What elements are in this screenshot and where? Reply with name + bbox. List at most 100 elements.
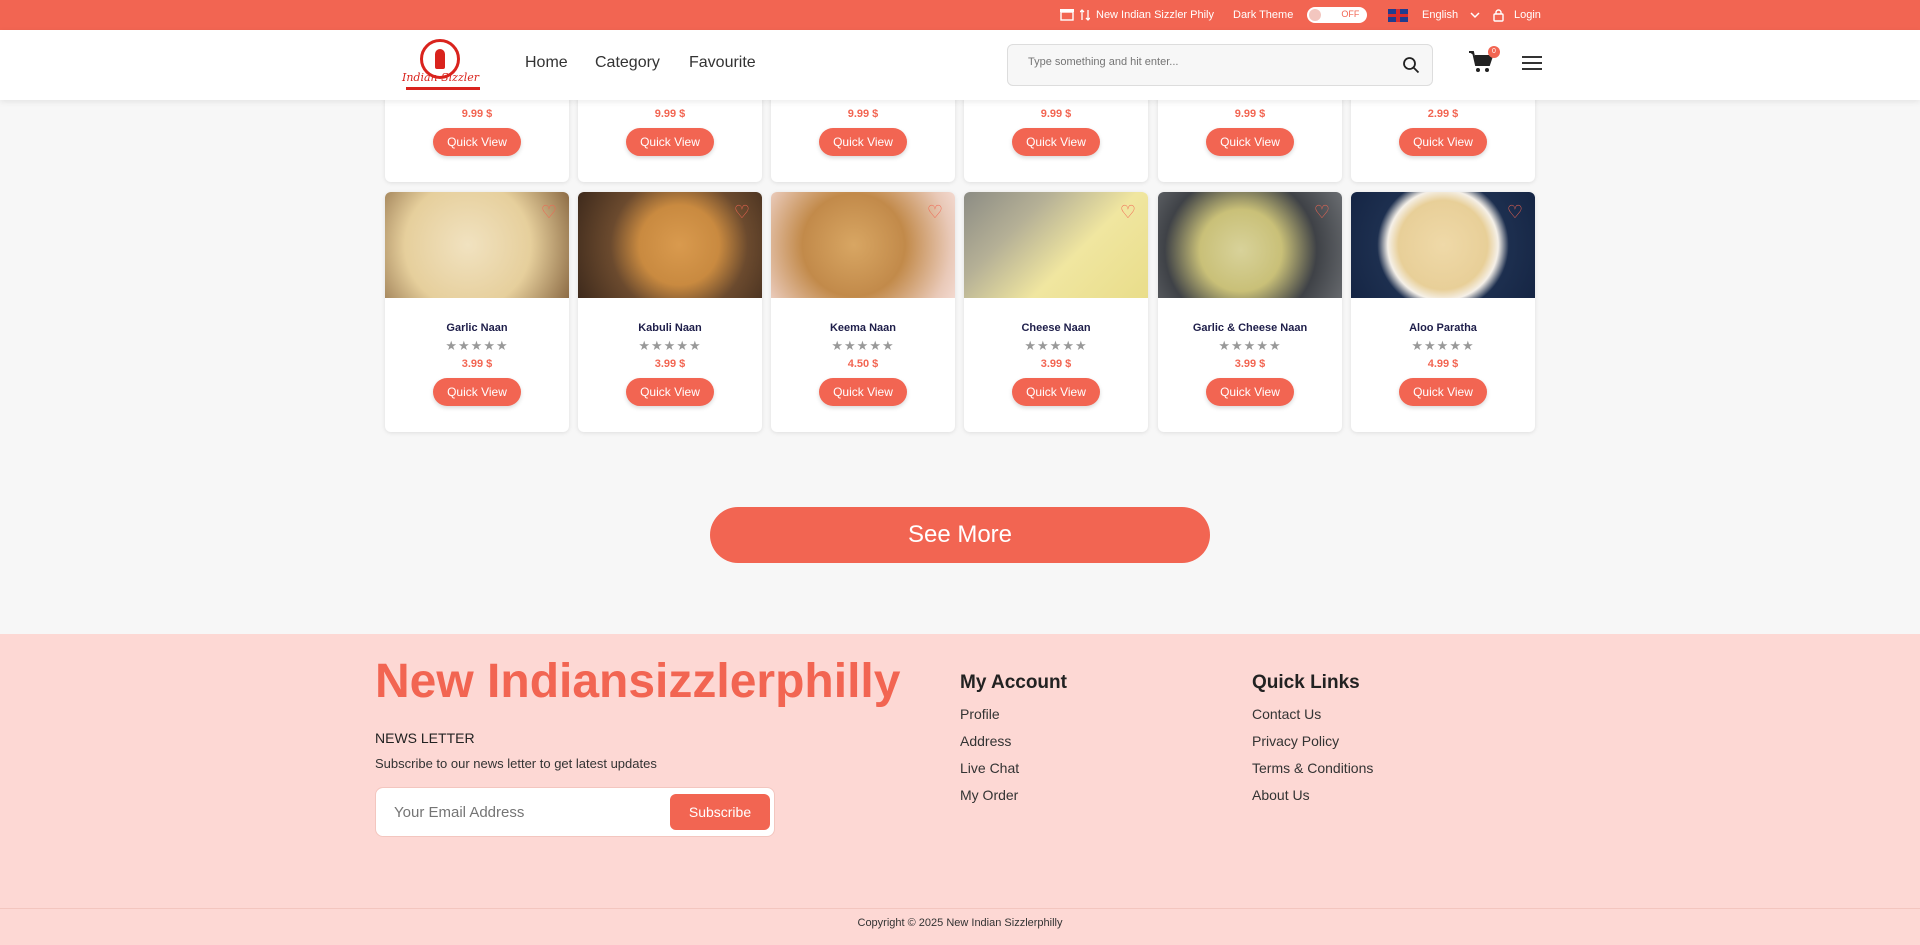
quick-view-button[interactable]: Quick View (1399, 128, 1487, 156)
see-more-button[interactable]: See More (710, 507, 1210, 563)
product-image: ♡ (771, 192, 955, 298)
quick-view-button[interactable]: Quick View (1206, 128, 1294, 156)
quick-view-button[interactable]: Quick View (1012, 378, 1100, 406)
favourite-icon[interactable]: ♡ (734, 202, 750, 223)
footer-link-contact[interactable]: Contact Us (1252, 706, 1373, 722)
rating-stars: ★★★★★ (831, 338, 895, 353)
restaurant-selector[interactable]: New Indian Sizzler Phily (1060, 0, 1214, 30)
newsletter-subtitle: Subscribe to our news letter to get late… (375, 756, 657, 771)
main-header: Indian Sizzler Home Category Favourite 0 (0, 30, 1920, 100)
product-name: Garlic & Cheese Naan (1192, 322, 1308, 334)
product-price: 3.99 $ (1040, 358, 1072, 370)
quick-view-button[interactable]: Quick View (433, 128, 521, 156)
my-account-title: My Account (960, 672, 1067, 693)
rating-stars: ★★★★★ (638, 338, 702, 353)
nav-favourite[interactable]: Favourite (689, 54, 756, 72)
quick-view-button[interactable]: Quick View (1399, 378, 1487, 406)
quick-view-button[interactable]: Quick View (819, 128, 907, 156)
footer-link-privacy[interactable]: Privacy Policy (1252, 733, 1373, 749)
cart-button[interactable]: 0 (1468, 46, 1500, 79)
quick-view-button[interactable]: Quick View (1206, 378, 1294, 406)
product-card[interactable]: ♡ Cheese Naan ★★★★★ 3.99 $ Quick View (964, 192, 1148, 432)
product-price: 4.99 $ (1427, 358, 1459, 370)
newsletter-form: Subscribe (375, 787, 775, 837)
language-label: English (1422, 9, 1459, 21)
product-image: ♡ (578, 192, 762, 298)
subscribe-button[interactable]: Subscribe (670, 794, 770, 830)
product-name: Garlic Naan (446, 322, 508, 334)
product-name: Kabuli Naan (638, 322, 702, 334)
rating-stars: ★★★★★ (445, 338, 509, 353)
favourite-icon[interactable]: ♡ (541, 202, 557, 223)
top-bar: New Indian Sizzler Phily Dark Theme OFF … (0, 0, 1920, 30)
hamburger-icon (1522, 56, 1542, 58)
quick-view-button[interactable]: Quick View (819, 378, 907, 406)
footer-link-live-chat[interactable]: Live Chat (960, 760, 1067, 776)
quick-view-button[interactable]: Quick View (626, 378, 714, 406)
quick-view-button[interactable]: Quick View (1012, 128, 1100, 156)
footer-link-about[interactable]: About Us (1252, 787, 1373, 803)
favourite-icon[interactable]: ♡ (1314, 202, 1330, 223)
lock-icon (1493, 8, 1504, 22)
search-icon[interactable] (1402, 56, 1420, 74)
product-price: 3.99 $ (461, 358, 493, 370)
copyright: Copyright © 2025 New Indian Sizzlerphill… (0, 908, 1920, 929)
store-icon (1060, 9, 1074, 21)
footer-brand: New Indiansizzlerphilly (375, 655, 901, 708)
restaurant-name: New Indian Sizzler Phily (1096, 9, 1214, 21)
login-link[interactable]: Login (1493, 0, 1541, 30)
product-price: 4.50 $ (847, 358, 879, 370)
product-price: 9.99 $ (654, 108, 686, 120)
quick-links-title: Quick Links (1252, 672, 1360, 693)
footer-link-my-order[interactable]: My Order (960, 787, 1067, 803)
search-input[interactable] (1028, 56, 1388, 68)
product-price: 9.99 $ (847, 108, 879, 120)
product-price: 2.99 $ (1427, 108, 1459, 120)
product-card[interactable]: ♡ Kabuli Naan ★★★★★ 3.99 $ Quick View (578, 192, 762, 432)
quick-view-button[interactable]: Quick View (433, 378, 521, 406)
favourite-icon[interactable]: ♡ (1507, 202, 1523, 223)
product-name: Cheese Naan (1021, 322, 1091, 334)
rating-stars: ★★★★★ (1218, 338, 1282, 353)
favourite-icon[interactable]: ♡ (927, 202, 943, 223)
product-price: 9.99 $ (1040, 108, 1072, 120)
newsletter-title: NEWS LETTER (375, 730, 475, 746)
product-card[interactable]: ♡ Garlic & Cheese Naan ★★★★★ 3.99 $ Quic… (1158, 192, 1342, 432)
cart-count-badge: 0 (1488, 46, 1500, 58)
footer-link-address[interactable]: Address (960, 733, 1067, 749)
uk-flag-icon (1388, 8, 1408, 22)
dark-theme-label: Dark Theme (1233, 9, 1294, 21)
menu-button[interactable] (1522, 56, 1542, 74)
product-image: ♡ (385, 192, 569, 298)
dark-theme-toggle[interactable]: OFF (1307, 7, 1368, 23)
product-price: 3.99 $ (654, 358, 686, 370)
logo-text: Indian Sizzler (402, 71, 480, 84)
product-card[interactable]: ♡ Aloo Paratha ★★★★★ 4.99 $ Quick View (1351, 192, 1535, 432)
nav-category[interactable]: Category (595, 54, 660, 72)
product-card[interactable]: ♡ Garlic Naan ★★★★★ 3.99 $ Quick View (385, 192, 569, 432)
product-price: 3.99 $ (1234, 358, 1266, 370)
my-account-column: My Account Profile Address Live Chat My … (960, 672, 1067, 814)
toggle-state: OFF (1341, 9, 1360, 19)
product-card[interactable]: ♡ Keema Naan ★★★★★ 4.50 $ Quick View (771, 192, 955, 432)
logo[interactable]: Indian Sizzler (400, 37, 486, 93)
language-selector[interactable]: English (1388, 0, 1480, 30)
logo-underline (406, 87, 480, 90)
product-name: Keema Naan (829, 322, 897, 334)
product-image: ♡ (964, 192, 1148, 298)
product-name: Aloo Paratha (1409, 322, 1477, 334)
product-price: 9.99 $ (461, 108, 493, 120)
quick-links-column: Quick Links Contact Us Privacy Policy Te… (1252, 672, 1373, 814)
nav-home[interactable]: Home (525, 54, 568, 72)
quick-view-button[interactable]: Quick View (626, 128, 714, 156)
sort-icon (1080, 9, 1090, 21)
login-label: Login (1514, 9, 1541, 21)
footer-link-profile[interactable]: Profile (960, 706, 1067, 722)
footer-link-terms[interactable]: Terms & Conditions (1252, 760, 1373, 776)
footer: New Indiansizzlerphilly NEWS LETTER Subs… (0, 634, 1920, 945)
product-image: ♡ (1351, 192, 1535, 298)
favourite-icon[interactable]: ♡ (1120, 202, 1136, 223)
email-field[interactable] (394, 804, 654, 821)
chevron-down-icon (1470, 11, 1480, 18)
toggle-knob (1309, 9, 1322, 21)
